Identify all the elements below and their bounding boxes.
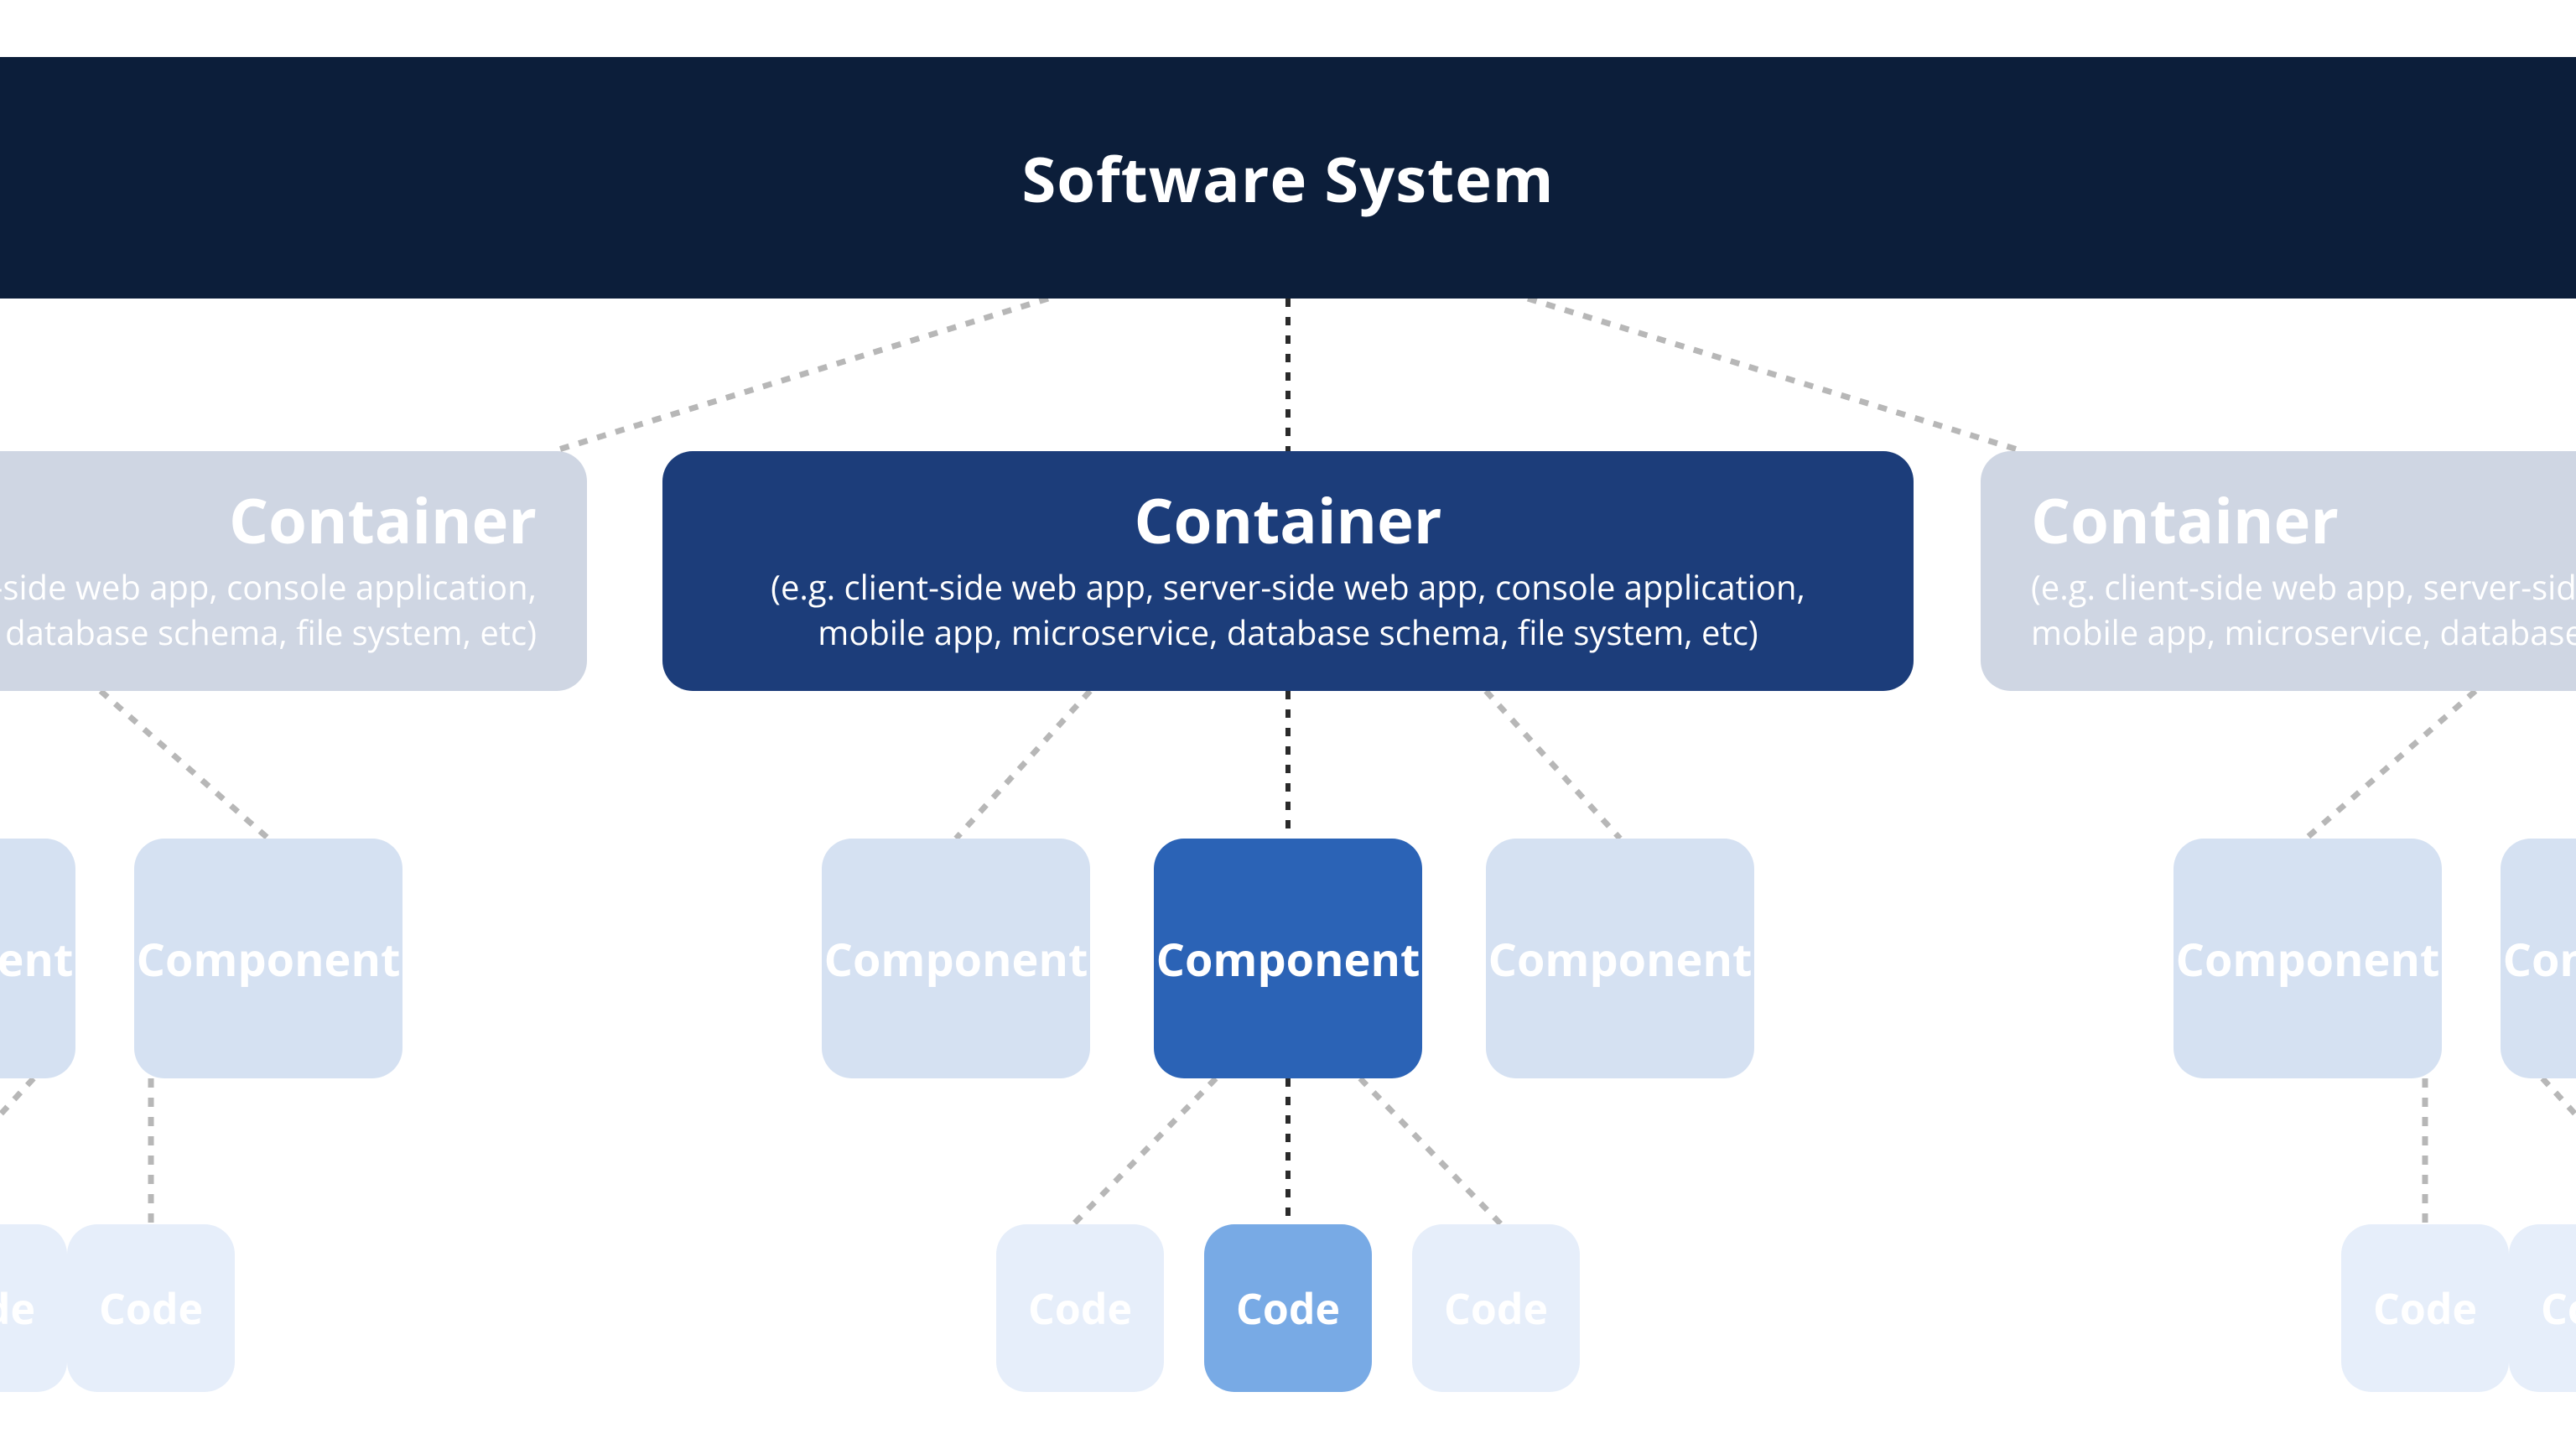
code-box-right: Code: [1412, 1224, 1580, 1392]
software-system-label: Software System: [1021, 136, 1554, 221]
code-box-far-left-a: Code: [0, 1224, 67, 1392]
code-box-far-left-b: Code: [67, 1224, 235, 1392]
component-label: Component: [0, 927, 73, 989]
component-box-left: Component: [822, 839, 1090, 1078]
code-box-left: Code: [996, 1224, 1164, 1392]
container-subtitle: (e.g. client-side web app, server-side w…: [0, 564, 537, 655]
component-label: Component: [1488, 927, 1753, 989]
component-label: Component: [2176, 927, 2440, 989]
component-label: Component: [824, 927, 1088, 989]
component-box-far-left-a: Component: [0, 839, 75, 1078]
code-box-center: Code: [1204, 1224, 1372, 1392]
code-label: Code: [0, 1280, 35, 1337]
code-label: Code: [2373, 1280, 2477, 1337]
component-label: Component: [137, 927, 401, 989]
container-title: Container: [1135, 487, 1442, 553]
container-subtitle: (e.g. client-side web app, server-side w…: [771, 564, 1805, 655]
code-box-far-right-a: Code: [2341, 1224, 2509, 1392]
software-system-bar: Software System: [0, 57, 2576, 299]
code-box-far-right-b: Code: [2509, 1224, 2576, 1392]
code-label: Code: [1236, 1280, 1340, 1337]
component-box-far-right-b: Component: [2501, 839, 2576, 1078]
component-label: Component: [1156, 927, 1420, 989]
component-label: Component: [2503, 927, 2576, 989]
component-box-center: Component: [1154, 839, 1422, 1078]
container-box-left: Container (e.g. client-side web app, ser…: [0, 451, 587, 691]
code-label: Code: [1028, 1280, 1132, 1337]
component-box-far-left-b: Component: [134, 839, 402, 1078]
component-box-far-right-a: Component: [2174, 839, 2442, 1078]
code-label: Code: [2541, 1280, 2576, 1337]
container-box-center: Container (e.g. client-side web app, ser…: [662, 451, 1914, 691]
container-title: Container: [229, 487, 537, 553]
container-title: Container: [2031, 487, 2339, 553]
component-box-right: Component: [1486, 839, 1754, 1078]
container-subtitle: (e.g. client-side web app, server-side w…: [2031, 564, 2576, 655]
code-label: Code: [1444, 1280, 1548, 1337]
container-box-right: Container (e.g. client-side web app, ser…: [1981, 451, 2576, 691]
code-label: Code: [99, 1280, 203, 1337]
